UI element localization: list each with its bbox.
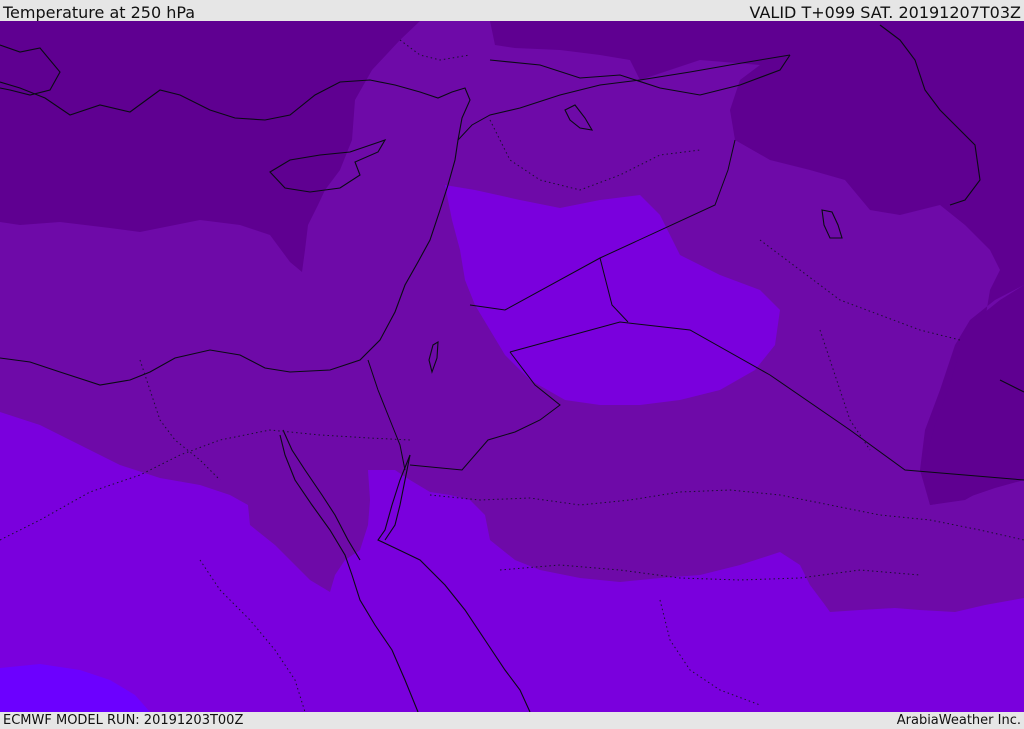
- footer-bar: ECMWF MODEL RUN: 20191203T00Z ArabiaWeat…: [0, 712, 1024, 729]
- map-canvas: [0, 21, 1024, 712]
- model-run-label: ECMWF MODEL RUN: 20191203T00Z: [3, 713, 244, 728]
- header-bar: Temperature at 250 hPa VALID T+099 SAT. …: [0, 0, 1024, 22]
- temperature-map[interactable]: [0, 21, 1024, 712]
- credit-label: ArabiaWeather Inc.: [896, 713, 1021, 728]
- valid-time: VALID T+099 SAT. 20191207T03Z: [749, 3, 1021, 22]
- map-title: Temperature at 250 hPa: [3, 3, 196, 22]
